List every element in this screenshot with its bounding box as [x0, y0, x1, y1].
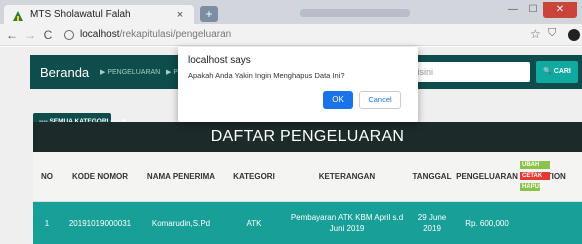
minimize-button[interactable]: — [503, 2, 523, 18]
cell-keterangan: Pembayaran ATK KBM April s.d Juni 2019 [290, 213, 404, 233]
back-arrow-icon[interactable]: ← [4, 27, 20, 43]
new-tab-button[interactable]: + [200, 6, 218, 22]
col-header-kode: KODE NOMOR [72, 172, 128, 181]
dialog-message: Apakah Anda Yakin Ingin Menghapus Data I… [188, 71, 345, 80]
dialog-title: localhost says [188, 55, 251, 66]
info-icon[interactable] [64, 30, 74, 40]
col-header-pengeluaran: PENGELUARAN [456, 172, 518, 181]
cell-kategori: ATK [246, 218, 262, 228]
cell-pengeluaran: Rp. 600,000 [465, 218, 509, 228]
col-header-no: NO [41, 172, 53, 181]
row-actions: UBAH CETAK HAPUS [520, 161, 550, 194]
tab-title: MTS Sholawatul Falah [30, 9, 131, 20]
address-bar: ← → C localhost/rekapitulasi/pengeluaran… [0, 24, 582, 46]
edit-button[interactable]: UBAH [520, 161, 550, 169]
col-header-tanggal: TANGGAL [412, 172, 452, 181]
cell-no: 1 [44, 218, 50, 228]
cell-kode: 20191019000031 [68, 218, 132, 228]
reload-icon[interactable]: C [40, 27, 56, 43]
ok-button[interactable]: OK [323, 91, 353, 109]
extension-icon[interactable] [568, 29, 580, 41]
school-favicon-icon [12, 9, 24, 21]
nav-home-link[interactable]: Beranda [40, 65, 89, 80]
table-header: NO KODE NOMOR NAMA PENERIMA KATEGORI KET… [33, 152, 582, 202]
table-title: DAFTAR PENGELUARAN [33, 122, 582, 152]
col-header-nama: NAMA PENERIMA [146, 172, 216, 181]
table-row: 1 20191019000031 Komarudin,S.Pd ATK Pemb… [33, 202, 582, 244]
cell-tanggal: 29 June 2019 [417, 213, 447, 233]
print-button[interactable]: CETAK [520, 172, 550, 180]
url-field[interactable]: localhost/rekapitulasi/pengeluaran [80, 29, 231, 40]
browser-tab-bar: MTS Sholawatul Falah × + — ☐ ✕ [0, 0, 582, 24]
maximize-button[interactable]: ☐ [523, 2, 543, 18]
close-window-button[interactable]: ✕ [543, 2, 577, 18]
col-header-keterangan: KETERANGAN [318, 172, 376, 181]
browser-tab[interactable]: MTS Sholawatul Falah × [4, 5, 194, 24]
confirm-dialog: localhost says Apakah Anda Yakin Ingin M… [178, 47, 418, 122]
tab-close-icon[interactable]: × [172, 9, 188, 21]
forward-arrow-icon[interactable]: → [22, 27, 38, 43]
delete-button[interactable]: HAPUS [520, 183, 543, 191]
nav-menu-pengeluaran[interactable]: ▶ PENGELUARAN [100, 68, 160, 76]
shield-icon[interactable]: ⛉ [548, 27, 556, 40]
bookmark-star-icon[interactable]: ☆ [530, 27, 541, 41]
cancel-button[interactable]: Cancel [359, 91, 401, 109]
cell-nama: Komarudin,S.Pd [151, 218, 211, 228]
blurred-tab[interactable] [300, 9, 410, 17]
search-button[interactable]: 🔍 CARI [536, 61, 578, 83]
col-header-kategori: KATEGORI [233, 172, 275, 181]
